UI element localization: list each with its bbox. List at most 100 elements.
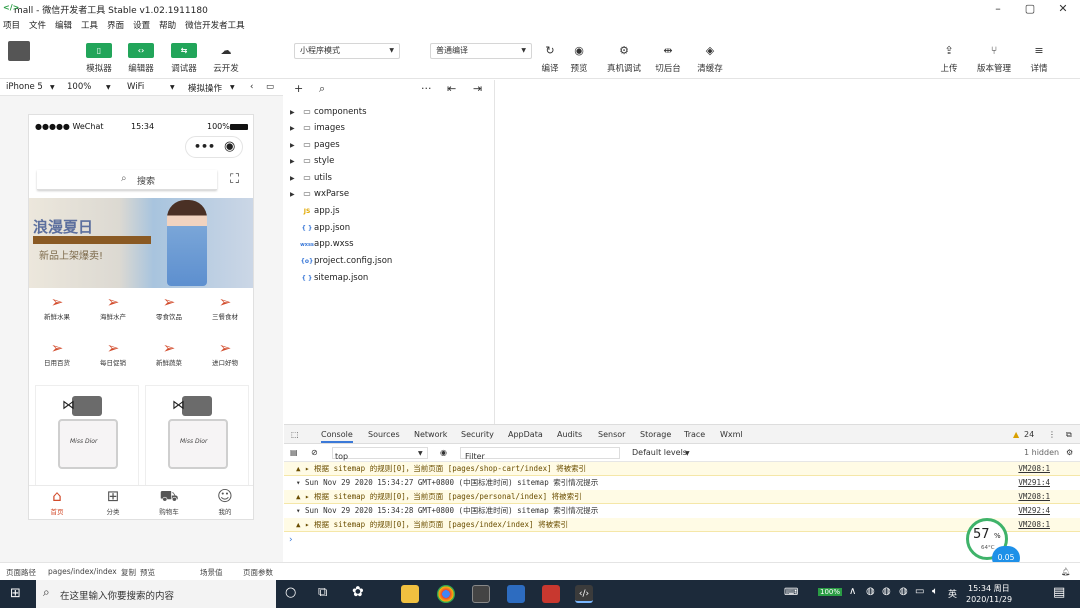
log-source-link[interactable]: VM291:4 <box>1018 476 1050 490</box>
folder-row[interactable]: ▶ ▭ wxParse <box>290 187 349 201</box>
sidebar-toggle-icon[interactable]: ▤ <box>290 448 298 457</box>
tab-cart[interactable]: ⛟ 购物车 <box>141 487 197 516</box>
console-log-info[interactable]: ▾ Sun Nov 29 2020 15:34:27 GMT+0800 (中国标… <box>284 476 1080 490</box>
menu-lines-icon[interactable]: ≡ <box>1030 43 1048 59</box>
tray-chevron-icon[interactable]: ∧ <box>849 586 856 597</box>
product-card[interactable]: ⋈ Miss Dior <box>35 385 139 487</box>
console-log-warn[interactable]: ▲ ▸ 根据 sitemap 的规则[0]，当前页面 [pages/shop-c… <box>284 462 1080 476</box>
maximize-icon[interactable]: ▢ <box>1023 2 1037 16</box>
tab-sensor[interactable]: Sensor <box>598 430 625 439</box>
editor-area[interactable] <box>496 80 1080 424</box>
tray-icon[interactable]: ◍ <box>866 586 875 597</box>
remote-debug-button-label[interactable]: 真机调试 <box>604 62 644 74</box>
editor-toggle-icon[interactable]: ‹› <box>128 43 154 58</box>
close-target-icon[interactable]: ◉ <box>224 139 235 154</box>
console-prompt-icon[interactable]: › <box>289 535 293 545</box>
clear-cache-button-label[interactable]: 清缓存 <box>690 62 730 74</box>
console-log-warn[interactable]: ▲ ▸ 根据 sitemap 的规则[0]，当前页面 [pages/person… <box>284 490 1080 504</box>
simulator-toggle-icon[interactable]: ▯ <box>86 43 112 58</box>
zoom-select[interactable]: 100% <box>67 82 91 92</box>
log-source-link[interactable]: VM208:1 <box>1018 462 1050 476</box>
compile-select[interactable]: 普通编译 ▼ <box>430 43 532 59</box>
banner-image[interactable]: 浪漫夏日 新品上架爆卖! <box>29 198 253 288</box>
menu-item-view[interactable]: 界面 <box>107 19 124 31</box>
context-select[interactable]: top <box>332 447 428 461</box>
clear-console-icon[interactable]: ⊘ <box>311 448 318 457</box>
file-row[interactable]: {o}project.config.json <box>290 254 393 268</box>
version-icon[interactable]: ⑂ <box>985 43 1003 59</box>
file-row[interactable]: { } sitemap.json <box>290 271 369 285</box>
capsule-menu[interactable]: ••• ◉ <box>185 136 243 158</box>
simulator-button-label[interactable]: 模拟器 <box>79 62 119 74</box>
windows-start-icon[interactable]: ⊞ <box>10 586 21 601</box>
network-icon[interactable]: ▭ <box>915 586 924 597</box>
category-item[interactable]: ➢ 进口好物 <box>200 339 250 367</box>
add-file-icon[interactable]: + <box>294 82 303 95</box>
editor-button-label[interactable]: 编辑器 <box>121 62 161 74</box>
keyboard-icon[interactable]: ⌨ <box>784 587 798 598</box>
warning-count[interactable]: 24 <box>1024 430 1034 439</box>
category-item[interactable]: ➢ 日用百货 <box>32 339 82 367</box>
tab-mine[interactable]: ☺ 我的 <box>197 487 253 516</box>
preview-link[interactable]: 预览 <box>140 567 155 578</box>
taskbar-date[interactable]: 2020/11/29 <box>966 595 1012 604</box>
app-icon[interactable] <box>472 585 490 603</box>
tab-category[interactable]: ⊞ 分类 <box>85 487 141 516</box>
version-button-label[interactable]: 版本管理 <box>974 62 1014 74</box>
menu-item-file[interactable]: 文件 <box>29 19 46 31</box>
levels-select[interactable]: Default levels <box>632 448 687 457</box>
app-icon[interactable] <box>542 585 560 603</box>
menu-item-tools[interactable]: 工具 <box>81 19 98 31</box>
folder-row[interactable]: ▶ ▭ utils <box>290 171 332 185</box>
chrome-icon[interactable] <box>437 585 455 603</box>
devtools-app-icon[interactable]: ‹/› <box>575 585 593 603</box>
collapse-icon[interactable]: ⇤ <box>447 82 456 95</box>
more-dots-icon[interactable]: ••• <box>194 140 215 153</box>
upload-icon[interactable]: ⇪ <box>940 43 958 59</box>
cloud-button-label[interactable]: 云开发 <box>206 62 246 74</box>
ime-indicator[interactable]: 英 <box>948 587 957 600</box>
menu-item-help[interactable]: 帮助 <box>159 19 176 31</box>
menu-item-settings[interactable]: 设置 <box>133 19 150 31</box>
page-params-link[interactable]: 页面参数 <box>243 567 273 578</box>
eye-icon[interactable]: ◉ <box>440 448 447 457</box>
taskbar-time[interactable]: 15:34 周日 <box>968 583 1010 594</box>
more-icon[interactable]: ··· <box>421 82 432 95</box>
filter-input[interactable]: Filter <box>460 447 620 461</box>
scene-value-link[interactable]: 场景值 <box>200 567 223 578</box>
tab-storage[interactable]: Storage <box>640 430 671 439</box>
file-row[interactable]: { } app.json <box>290 221 350 235</box>
mode-select[interactable]: 小程序模式 ▼ <box>294 43 400 59</box>
menu-item-edit[interactable]: 编辑 <box>55 19 72 31</box>
file-row[interactable]: wxssapp.wxss <box>290 237 353 251</box>
tab-trace[interactable]: Trace <box>684 430 705 439</box>
tab-wxml[interactable]: Wxml <box>720 430 743 439</box>
back-arrow-icon[interactable]: ‹ <box>250 82 253 92</box>
settings-gear-icon[interactable]: ⚙ <box>1066 448 1073 457</box>
preview-eye-icon[interactable]: ◉ <box>570 43 588 59</box>
volume-icon[interactable]: 🔈︎ <box>932 586 938 597</box>
search-icon[interactable]: ⌕ <box>319 82 325 96</box>
tray-icon[interactable]: ◍ <box>882 586 891 597</box>
folder-row[interactable]: ▶ ▭ pages <box>290 138 340 152</box>
cloud-icon[interactable]: ☁ <box>217 43 235 59</box>
battery-indicator[interactable]: 100% <box>818 588 843 596</box>
console-log-warn[interactable]: ▲ ▸ 根据 sitemap 的规则[0]，当前页面 [pages/index/… <box>284 518 1080 532</box>
sim-operation-select[interactable]: 模拟操作 <box>188 82 222 94</box>
category-item[interactable]: ➢ 新鲜水果 <box>32 293 82 321</box>
copy-link[interactable]: 复制 <box>121 567 136 578</box>
folder-row[interactable]: ▶ ▭ images <box>290 121 345 135</box>
category-item[interactable]: ➢ 海鲜水产 <box>88 293 138 321</box>
search-input[interactable]: ⌕ 搜索 <box>37 170 217 190</box>
kebab-menu-icon[interactable]: ⋮ <box>1048 430 1056 439</box>
tab-network[interactable]: Network <box>414 430 447 439</box>
tab-sources[interactable]: Sources <box>368 430 400 439</box>
tab-home[interactable]: ⌂ 首页 <box>29 487 85 516</box>
debugger-button-label[interactable]: 调试器 <box>164 62 204 74</box>
preview-button-label[interactable]: 预览 <box>559 62 599 74</box>
upload-button-label[interactable]: 上传 <box>929 62 969 74</box>
category-item[interactable]: ➢ 三餐食材 <box>200 293 250 321</box>
close-icon[interactable]: ✕ <box>1056 2 1070 16</box>
bell-icon[interactable]: 🔔︎ <box>1061 567 1071 576</box>
network-select[interactable]: WiFi <box>127 82 144 92</box>
